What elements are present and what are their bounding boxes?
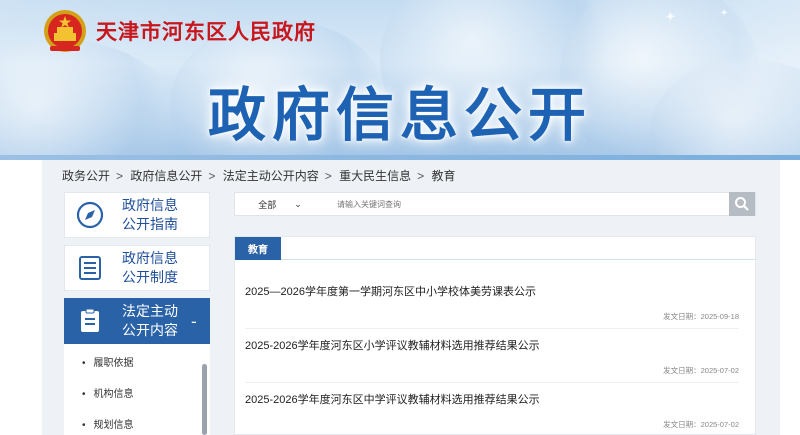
search-icon bbox=[735, 197, 749, 211]
submenu-item[interactable]: 履职依据 bbox=[82, 354, 134, 369]
sidebar-item-label: 政府信息 bbox=[122, 197, 178, 213]
tab-education[interactable]: 教育 bbox=[235, 237, 281, 260]
search-button[interactable] bbox=[729, 192, 755, 216]
breadcrumb-separator: > bbox=[324, 169, 332, 183]
bird-decoration: ✦ bbox=[720, 8, 729, 19]
article-title[interactable]: 2025-2026学年度河东区中学评议教辅材料选用推荐结果公示 bbox=[245, 391, 540, 407]
sidebar-item-label: 公开指南 bbox=[122, 216, 178, 232]
submenu-item[interactable]: 机构信息 bbox=[82, 385, 134, 400]
sidebar-item-label: 政府信息 bbox=[122, 250, 178, 266]
breadcrumb-item-current[interactable]: 教育 bbox=[432, 169, 456, 183]
list-item[interactable]: 2025-2026学年度河东区小学评议教辅材料选用推荐结果公示 发文日期：202… bbox=[245, 329, 739, 383]
search-scope-select[interactable]: 全部 ⌄ bbox=[235, 193, 325, 215]
article-title[interactable]: 2025-2026学年度河东区小学评议教辅材料选用推荐结果公示 bbox=[245, 337, 540, 353]
article-date: 发文日期：2025-07-02 bbox=[663, 366, 739, 375]
chevron-down-icon: ⌄ bbox=[294, 198, 302, 209]
breadcrumb-separator: > bbox=[417, 169, 425, 183]
banner-title: 政府信息公开 bbox=[207, 81, 592, 149]
header-banner: ✦ ✦ 天津市河东区人民政府 政府信息公开 bbox=[0, 0, 800, 160]
breadcrumb-item[interactable]: 政务公开 bbox=[62, 169, 110, 183]
article-title[interactable]: 2025—2026学年度第一学期河东区中小学校体美劳课表公示 bbox=[245, 283, 536, 299]
national-emblem-icon[interactable] bbox=[40, 8, 90, 56]
article-date: 发文日期：2025-09-18 bbox=[663, 312, 739, 321]
breadcrumb-item[interactable]: 政府信息公开 bbox=[130, 169, 202, 183]
list-document-icon bbox=[65, 253, 115, 283]
sidebar-scrollbar[interactable] bbox=[202, 364, 207, 435]
sidebar-item-disclosure-system[interactable]: 政府信息 公开制度 bbox=[64, 245, 210, 291]
submenu-item[interactable]: 规划信息 bbox=[82, 416, 134, 431]
sidebar-item-label: 公开内容 bbox=[122, 322, 178, 338]
tab-bar: 教育 bbox=[235, 237, 755, 260]
breadcrumb-separator: > bbox=[116, 169, 124, 183]
list-item[interactable]: 2025—2026学年度第一学期河东区中小学校体美劳课表公示 发文日期：2025… bbox=[245, 275, 739, 329]
sidebar-item-disclosure-guide[interactable]: 政府信息 公开指南 bbox=[64, 192, 210, 238]
breadcrumb-item[interactable]: 法定主动公开内容 bbox=[223, 169, 319, 183]
compass-icon bbox=[65, 200, 115, 230]
breadcrumb-item[interactable]: 重大民生信息 bbox=[339, 169, 411, 183]
breadcrumb: 政务公开 > 政府信息公开 > 法定主动公开内容 > 重大民生信息 > 教育 bbox=[62, 167, 460, 184]
main-content: 政务公开 > 政府信息公开 > 法定主动公开内容 > 重大民生信息 > 教育 政府信息 … bbox=[42, 160, 780, 435]
search-bar: 全部 ⌄ bbox=[234, 192, 756, 216]
search-scope-value: 全部 bbox=[258, 199, 277, 210]
site-name[interactable]: 天津市河东区人民政府 bbox=[96, 16, 316, 46]
sidebar-item-statutory-content[interactable]: 法定主动 公开内容 - bbox=[64, 298, 210, 344]
search-input[interactable] bbox=[325, 193, 729, 215]
article-panel: 教育 2025—2026学年度第一学期河东区中小学校体美劳课表公示 发文日期：2… bbox=[234, 236, 756, 435]
article-date: 发文日期：2025-07-02 bbox=[663, 420, 739, 429]
clipboard-icon bbox=[65, 306, 115, 336]
sidebar-item-label: 公开制度 bbox=[122, 269, 178, 285]
collapse-toggle[interactable]: - bbox=[191, 312, 197, 331]
list-item[interactable]: 2025-2026学年度河东区中学评议教辅材料选用推荐结果公示 发文日期：202… bbox=[245, 383, 739, 435]
sidebar-submenu: 履职依据 机构信息 规划信息 bbox=[64, 344, 210, 435]
breadcrumb-separator: > bbox=[208, 169, 216, 183]
sidebar-item-label: 法定主动 bbox=[122, 303, 178, 319]
bird-decoration: ✦ bbox=[665, 10, 676, 25]
